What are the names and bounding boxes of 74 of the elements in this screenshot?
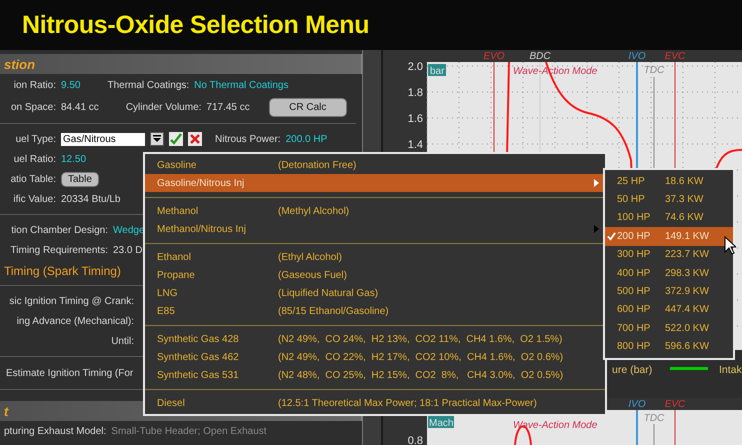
marker-label: BDC — [529, 51, 551, 62]
field-value: 20334 Btu/Lb — [61, 194, 120, 204]
menu-item[interactable]: 200 HP 149.1 KW — [605, 227, 733, 246]
close-icon[interactable] — [188, 132, 202, 146]
menu-item[interactable]: 50 HP 37.3 KW — [605, 190, 733, 209]
axis-tick-label: 1.8 — [408, 87, 423, 99]
field-value: 23.0 D — [113, 244, 142, 256]
menu-item[interactable]: Propane (Gaseous Fuel) — [145, 266, 605, 284]
field-label: Nitrous Power: — [215, 134, 281, 144]
menu-item[interactable]: 100 HP 74.6 KW — [605, 208, 733, 228]
fuel-type-field[interactable]: Gas/Nitrous — [61, 132, 145, 146]
screen-title: Nitrous-Oxide Selection Menu — [22, 10, 370, 40]
marker-label: TDC — [644, 413, 664, 424]
field-value: 9.50 — [61, 80, 80, 90]
checkmark-icon[interactable] — [169, 132, 183, 146]
menu-item[interactable]: 500 HP 372.9 KW — [605, 282, 733, 301]
axis-tick-label: 2.0 — [408, 61, 423, 73]
mode-label: Wave-Action Mode — [513, 420, 598, 431]
field-value: 717.45 cc — [206, 102, 250, 112]
unit-badge: Mach — [428, 416, 454, 429]
section-title: stion — [4, 56, 36, 72]
mouse-pointer-icon — [724, 236, 736, 255]
menu-item[interactable]: LNG (Liquified Natural Gas) — [145, 284, 605, 302]
field-label: ing Advance (Mechanical): — [16, 316, 134, 326]
field-label: atio Table: — [10, 174, 56, 184]
axis-tick-label: 0.8 — [408, 435, 423, 445]
cr-calc-button[interactable]: CR Calc — [268, 98, 347, 116]
field-value: No Thermal Coatings — [194, 80, 288, 90]
menu-item[interactable]: 800 HP 596.6 KW — [605, 338, 733, 356]
menu-item[interactable]: Ethanol (Ethyl Alcohol) — [145, 248, 605, 266]
legend-label: ure (bar) — [612, 364, 652, 376]
field-label: sic Ignition Timing @ Crank: — [8, 296, 134, 306]
marker-label: EVC — [664, 51, 686, 62]
field-value: 84.41 cc — [61, 102, 99, 112]
table-button[interactable]: Table — [61, 172, 99, 186]
field-value: 200.0 HP — [286, 134, 328, 144]
field-label: Until: — [110, 336, 134, 346]
field-label: uel Type: — [14, 134, 56, 144]
field-label: uel Ratio: — [12, 154, 56, 164]
axis-tick-label: 1.4 — [408, 139, 423, 151]
marker-label: TDC — [644, 65, 664, 76]
field-value: 12.50 — [61, 154, 86, 164]
menu-item[interactable]: Gasoline/Nitrous Inj — [145, 174, 605, 192]
menu-item[interactable]: Synthetic Gas 531 (N2 48%, CO 25%, H2 15%, CO2 8%, CH4 3.0%, O2 0.5%) — [145, 366, 605, 384]
marker-label: IVO — [628, 399, 646, 410]
marker-label: EVO — [483, 51, 505, 62]
menu-item[interactable]: 700 HP 522.0 KW — [605, 319, 733, 338]
menu-item[interactable]: Methanol/Nitrous Inj — [145, 220, 605, 238]
unit-badge: bar — [428, 64, 446, 77]
menu-item[interactable]: 25 HP 18.6 KW — [605, 172, 733, 190]
menu-item[interactable]: Gasoline (Detonation Free) — [145, 156, 605, 174]
section-title: Timing (Spark Timing) — [4, 264, 121, 280]
menu-item[interactable]: 600 HP 447.4 KW — [605, 300, 733, 320]
menu-item[interactable]: Synthetic Gas 462 (N2 49%, CO 22%, H2 17%, CO2 10%, CH4 1.6%, O2 0.6%) — [145, 348, 605, 366]
field-label: pturing Exhaust Model: — [4, 426, 106, 436]
menu-item[interactable]: Diesel (12.5:1 Theoretical Max Power; 18:1 Practical Max-Power) — [145, 394, 605, 412]
axis-tick-label: 1.6 — [408, 113, 423, 125]
marker-label: IVO — [628, 51, 646, 62]
field-label: Thermal Coatings: — [107, 80, 190, 90]
marker-label: EVC — [664, 399, 686, 410]
field-label: ific Value: — [12, 194, 56, 204]
dropdown-icon[interactable] — [150, 132, 164, 146]
legend-label: Intak — [719, 364, 742, 376]
field-label: Cylinder Volume: — [126, 102, 202, 112]
menu-item[interactable]: 400 HP 298.3 KW — [605, 264, 733, 282]
field-label: tion Chamber Design: — [10, 224, 108, 236]
field-label: on Space: — [10, 102, 56, 112]
field-label: Timing Requirements: — [10, 244, 108, 256]
field-value: Wedge — [113, 224, 145, 236]
menu-item[interactable]: Synthetic Gas 428 (N2 49%, CO 24%, H2 13%, CO2 11%, CH4 1.6%, O2 1.5%) — [145, 330, 605, 348]
menu-item[interactable]: Methanol (Methyl Alcohol) — [145, 202, 605, 220]
menu-item[interactable]: E85 (85/15 Ethanol/Gasoline) — [145, 302, 605, 320]
section-title: t — [4, 404, 8, 418]
field-label: ion Ratio: — [12, 80, 56, 90]
